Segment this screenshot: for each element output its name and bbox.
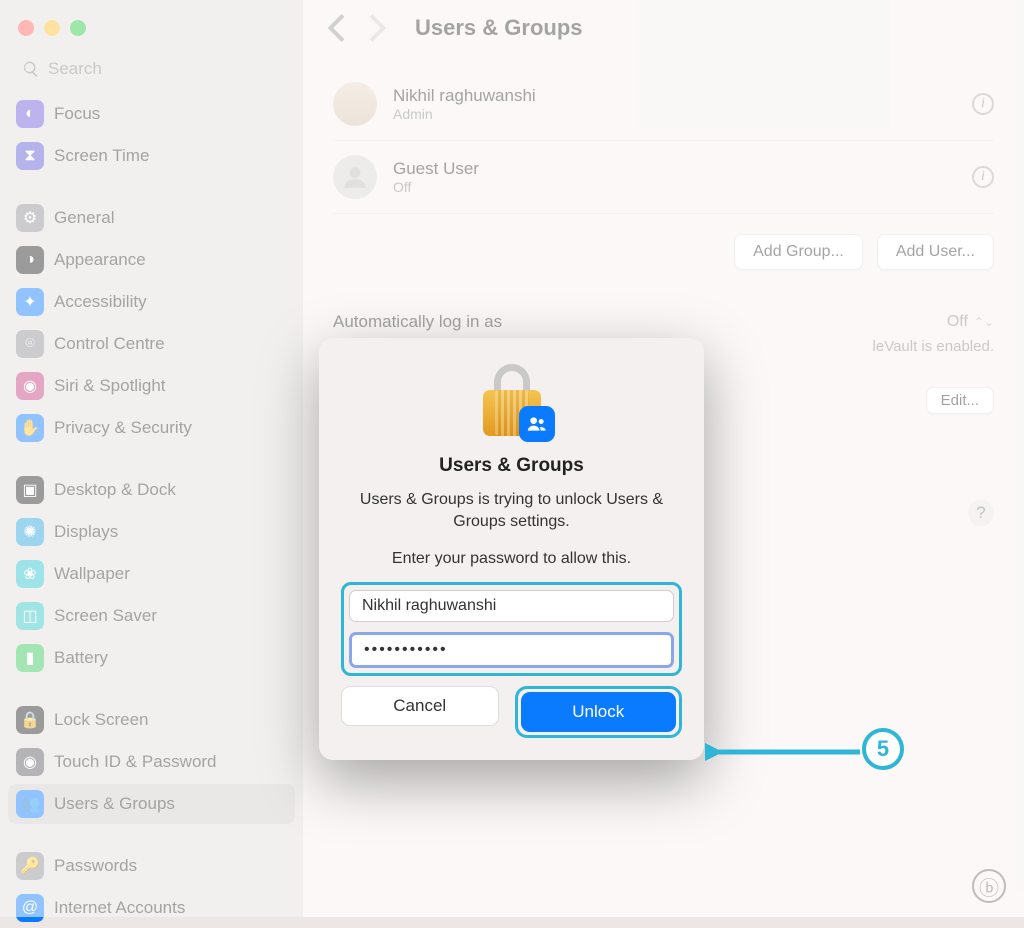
sidebar-item[interactable]: ⚙ General: [8, 198, 295, 238]
sidebar: Search ◐ Focus ⧗ Screen Time ⚙ General ◑ Appear…: [0, 0, 303, 917]
sidebar-icon: ⌾: [16, 330, 44, 358]
sidebar-item[interactable]: ◫ Screen Saver: [8, 596, 295, 636]
sidebar-item[interactable]: ▣ Desktop & Dock: [8, 470, 295, 510]
sidebar-icon: ◉: [16, 372, 44, 400]
sidebar-item-label: Focus: [54, 104, 100, 124]
sidebar-item-label: Desktop & Dock: [54, 480, 176, 500]
users-badge-icon: [519, 406, 555, 442]
minimize-window-button[interactable]: [44, 20, 60, 36]
window-controls: [0, 10, 303, 52]
auto-login-value: Off: [947, 313, 968, 331]
dialog-title: Users & Groups: [341, 455, 682, 477]
sidebar-icon: 👥: [16, 790, 44, 818]
sidebar-item-label: Internet Accounts: [54, 898, 185, 918]
sidebar-item[interactable]: ◉ Siri & Spotlight: [8, 366, 295, 406]
chevron-updown-icon: ⌃⌄: [974, 315, 994, 329]
sidebar-item-label: Wallpaper: [54, 564, 130, 584]
sidebar-item-label: Displays: [54, 522, 118, 542]
add-group-button[interactable]: Add Group...: [734, 234, 863, 270]
sidebar-item-label: General: [54, 208, 114, 228]
avatar: [333, 155, 377, 199]
sidebar-icon: ▣: [16, 476, 44, 504]
user-row[interactable]: Guest User Off i: [333, 141, 994, 214]
sidebar-item-label: Screen Saver: [54, 606, 157, 626]
sidebar-item[interactable]: 🔒 Lock Screen: [8, 700, 295, 740]
auth-dialog: Users & Groups Users & Groups is trying …: [319, 338, 704, 760]
lock-icon: [483, 364, 541, 436]
user-row[interactable]: Nikhil raghuwanshi Admin i: [333, 68, 994, 141]
add-user-button[interactable]: Add User...: [877, 234, 994, 270]
sidebar-icon: 🔑: [16, 852, 44, 880]
sidebar-icon: ◐: [16, 100, 44, 128]
sidebar-item[interactable]: ❀ Wallpaper: [8, 554, 295, 594]
page-title: Users & Groups: [415, 15, 583, 41]
info-icon[interactable]: i: [972, 166, 994, 188]
sidebar-item[interactable]: ⌾ Control Centre: [8, 324, 295, 364]
info-icon[interactable]: i: [972, 93, 994, 115]
sidebar-icon: ◫: [16, 602, 44, 630]
search-icon: [22, 60, 40, 78]
sidebar-item-label: Privacy & Security: [54, 418, 192, 438]
user-role: Admin: [393, 106, 972, 122]
avatar: [333, 82, 377, 126]
sidebar-icon: 🔒: [16, 706, 44, 734]
sidebar-icon: ◑: [16, 246, 44, 274]
cancel-button[interactable]: Cancel: [341, 686, 499, 726]
sidebar-item-label: Control Centre: [54, 334, 165, 354]
help-button[interactable]: ?: [968, 500, 994, 526]
auto-login-label: Automatically log in as: [333, 312, 502, 332]
close-window-button[interactable]: [18, 20, 34, 36]
sidebar-item-label: Siri & Spotlight: [54, 376, 166, 396]
sidebar-item[interactable]: ◉ Touch ID & Password: [8, 742, 295, 782]
sidebar-item-label: Passwords: [54, 856, 137, 876]
sidebar-item-label: Users & Groups: [54, 794, 175, 814]
password-input[interactable]: [349, 632, 674, 668]
sidebar-icon: ❀: [16, 560, 44, 588]
sidebar-item[interactable]: @ Internet Accounts: [8, 888, 295, 928]
sidebar-icon: ✺: [16, 518, 44, 546]
sidebar-icon: ✦: [16, 288, 44, 316]
sidebar-item[interactable]: ◐ Focus: [8, 94, 295, 134]
sidebar-item[interactable]: ▮ Battery: [8, 638, 295, 678]
sidebar-item[interactable]: ✺ Displays: [8, 512, 295, 552]
sidebar-icon: ⧗: [16, 142, 44, 170]
sidebar-item-label: Battery: [54, 648, 108, 668]
search-placeholder: Search: [48, 59, 102, 79]
nav-back-icon[interactable]: [327, 14, 345, 42]
sidebar-item-label: Appearance: [54, 250, 146, 270]
user-role: Off: [393, 179, 972, 195]
sidebar-item-label: Touch ID & Password: [54, 752, 217, 772]
user-name: Guest User: [393, 159, 972, 179]
nav-forward-icon[interactable]: [369, 14, 387, 42]
sidebar-item-label: Lock Screen: [54, 710, 149, 730]
search-input-wrap[interactable]: Search: [12, 52, 291, 86]
sidebar-item[interactable]: ✋ Privacy & Security: [8, 408, 295, 448]
annotation-arrow: [705, 742, 865, 762]
sidebar-item[interactable]: 👥 Users & Groups: [8, 784, 295, 824]
sidebar-icon: ◉: [16, 748, 44, 776]
user-name: Nikhil raghuwanshi: [393, 86, 972, 106]
sidebar-icon: ⚙: [16, 204, 44, 232]
sidebar-item-label: Screen Time: [54, 146, 149, 166]
unlock-button[interactable]: Unlock: [521, 692, 677, 732]
dialog-hint: Enter your password to allow this.: [341, 550, 682, 568]
fullscreen-window-button[interactable]: [70, 20, 86, 36]
sidebar-item[interactable]: ✦ Accessibility: [8, 282, 295, 322]
sidebar-icon: ✋: [16, 414, 44, 442]
sidebar-icon: ▮: [16, 644, 44, 672]
annotation-step: 5: [862, 728, 904, 770]
edit-button[interactable]: Edit...: [926, 387, 994, 414]
username-input[interactable]: [349, 590, 674, 622]
watermark-icon: ⓑ: [972, 869, 1006, 903]
sidebar-item[interactable]: ◑ Appearance: [8, 240, 295, 280]
sidebar-item[interactable]: ⧗ Screen Time: [8, 136, 295, 176]
sidebar-icon: @: [16, 894, 44, 922]
sidebar-item[interactable]: 🔑 Passwords: [8, 846, 295, 886]
sidebar-item-label: Accessibility: [54, 292, 147, 312]
dialog-message: Users & Groups is trying to unlock Users…: [341, 489, 682, 532]
